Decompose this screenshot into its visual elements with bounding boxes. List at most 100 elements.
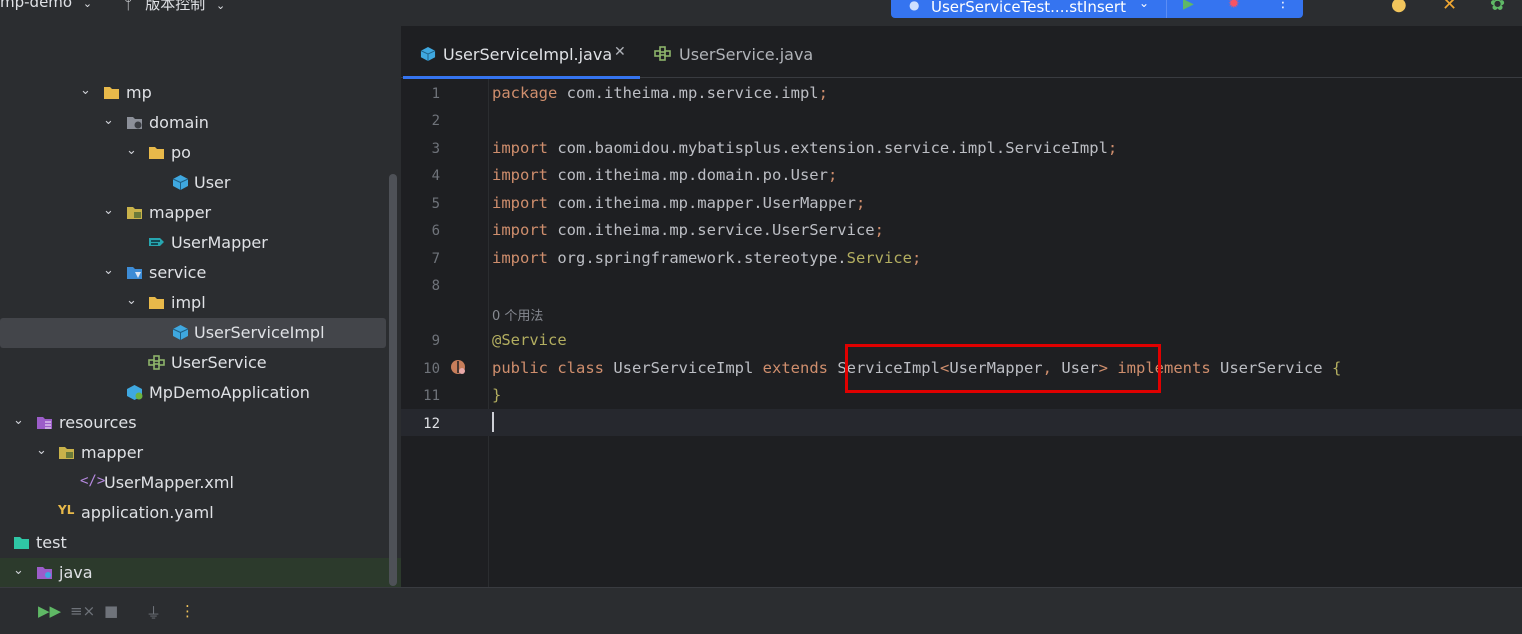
tree-node-mpdemoapplication[interactable]: MpDemoApplication <box>0 378 386 408</box>
class-icon <box>420 46 436 62</box>
tree-node-userserviceimpl[interactable]: UserServiceImpl <box>0 318 386 348</box>
tree-node-user[interactable]: User <box>0 168 386 198</box>
line-number: 12 <box>423 416 440 432</box>
rerun-failed-icon[interactable]: ≡× <box>70 602 95 620</box>
code-line-11: } <box>492 386 501 404</box>
chevron-down-icon[interactable]: ⌄ <box>103 264 117 278</box>
tree-node-service[interactable]: ⌄ service <box>0 258 386 288</box>
tree-label: UserMapper.xml <box>104 473 234 492</box>
tree-node-impl[interactable]: ⌄ impl <box>0 288 386 318</box>
tree-label: test <box>36 533 67 552</box>
more-actions-icon[interactable]: ⋮ <box>1276 0 1290 11</box>
chevron-down-icon[interactable]: ⌄ <box>103 114 117 128</box>
tree-label: resources <box>59 413 137 432</box>
project-name: mp-demo <box>0 0 73 11</box>
chevron-down-icon[interactable]: ⌄ <box>36 444 50 458</box>
line-number: 8 <box>431 278 440 294</box>
debug-icon[interactable]: ✹ <box>1228 0 1240 12</box>
code-text: org.springframework.stereotype. <box>548 249 847 267</box>
brace: { <box>1331 359 1342 377</box>
tree-label: domain <box>149 113 209 132</box>
run-configuration-widget[interactable]: ● UserServiceTest....stInsert ⌄ ▶ ✹ ⋮ <box>891 0 1303 18</box>
tree-scrollbar[interactable] <box>389 174 397 586</box>
interface-name: UserService <box>1210 359 1332 377</box>
chevron-down-icon[interactable]: ⌄ <box>13 564 27 578</box>
code-line-7: import org.springframework.stereotype.Se… <box>492 249 921 267</box>
code-text: com.baomidou.mybatisplus.extension.servi… <box>548 139 1108 157</box>
chevron-down-icon[interactable]: ⌄ <box>126 144 140 158</box>
chevron-down-icon[interactable]: ⌄ <box>13 414 27 428</box>
tools-icon[interactable]: ✕ <box>1442 0 1457 15</box>
tree-node-po[interactable]: ⌄ po <box>0 138 386 168</box>
tree-node-domain[interactable]: ⌄ domain <box>0 108 386 138</box>
rerun-icon[interactable]: ▶▶ <box>38 602 61 620</box>
ai-assistant-icon[interactable]: ✿ <box>1490 0 1505 15</box>
line-number: 5 <box>431 196 440 212</box>
run-icon[interactable]: ▶ <box>1183 0 1194 12</box>
annotation-ref: Service <box>846 249 912 267</box>
current-line-highlight <box>401 409 1522 436</box>
chevron-down-icon: ⌄ <box>215 0 226 12</box>
semicolon: ; <box>874 221 884 239</box>
yaml-file-icon: YL <box>58 503 75 517</box>
tree-label: UserService <box>171 353 267 372</box>
chevron-right-icon[interactable]: › <box>0 534 8 548</box>
keyword: import <box>492 139 548 157</box>
tree-node-test[interactable]: › test <box>0 528 386 558</box>
java-source-folder-icon <box>37 567 52 579</box>
brace: } <box>492 386 502 404</box>
branch-icon: ᛘ <box>124 0 133 13</box>
annotation: @Service <box>492 331 567 349</box>
tree-node-usermapper-xml[interactable]: </> UserMapper.xml <box>0 468 386 498</box>
keyword: import <box>492 194 548 212</box>
line-number: 11 <box>423 388 440 404</box>
implementation-gutter-icon[interactable] <box>449 358 467 376</box>
tree-label: UserMapper <box>171 233 268 252</box>
spring-boot-class-icon <box>127 385 143 400</box>
tree-label: java <box>59 563 93 582</box>
project-switcher[interactable]: mp-demo ⌄ <box>0 0 92 13</box>
tree-node-resources[interactable]: ⌄ resources <box>0 408 386 438</box>
usage-inlay-hint[interactable]: 0 个用法 <box>492 305 543 324</box>
code-with-me-icon[interactable]: ● <box>1391 0 1407 15</box>
tree-label: service <box>149 263 207 282</box>
code-line-1: package com.itheima.mp.service.impl; <box>492 84 828 102</box>
keyword: import <box>492 166 548 184</box>
line-number: 10 <box>423 361 440 377</box>
keyword: package <box>492 84 558 102</box>
tree-node-java[interactable]: ⌄ java <box>0 558 401 587</box>
tab-userservice[interactable]: UserService.java <box>651 26 821 78</box>
code-line-4: import com.itheima.mp.domain.po.User; <box>492 166 837 184</box>
tree-label: impl <box>171 293 206 312</box>
tab-userserviceimpl[interactable]: UserServiceImpl.java ✕ <box>403 26 640 79</box>
tree-node-userservice[interactable]: UserService <box>0 348 386 378</box>
code-text: com.itheima.mp.domain.po.User <box>548 166 828 184</box>
chevron-down-icon[interactable]: ⌄ <box>126 294 140 308</box>
semicolon: ; <box>1107 139 1118 157</box>
keyword: class <box>557 359 605 377</box>
vcs-widget[interactable]: ᛘ 版本控制 ⌄ <box>124 0 225 13</box>
keyword: import <box>492 249 548 267</box>
tree-node-mapper[interactable]: ⌄ mapper <box>0 198 386 228</box>
semicolon: ; <box>818 84 828 102</box>
class-icon <box>172 325 189 340</box>
package-icon <box>127 207 142 219</box>
tree-node-usermapper[interactable]: UserMapper <box>0 228 386 258</box>
tree-node-mp[interactable]: ⌄ mp <box>0 78 386 108</box>
chevron-down-icon[interactable]: ⌄ <box>103 204 117 218</box>
tree-label: MpDemoApplication <box>149 383 310 402</box>
folder-icon <box>59 447 74 459</box>
test-config-icon: ● <box>909 0 920 12</box>
code-line-6: import com.itheima.mp.service.UserServic… <box>492 221 884 239</box>
tab-label: UserService.java <box>679 45 814 64</box>
more-options-icon[interactable]: ⋮ <box>180 602 195 620</box>
tree-node-application-yaml[interactable]: YL application.yaml <box>0 498 386 528</box>
stop-icon[interactable]: ■ <box>104 602 118 620</box>
highlight-box <box>845 344 1161 393</box>
chevron-down-icon[interactable]: ⌄ <box>80 84 94 98</box>
plug-icon[interactable]: ⏚ <box>146 602 161 623</box>
toolbar-separator <box>1166 0 1167 18</box>
close-icon[interactable]: ✕ <box>614 44 626 60</box>
tree-node-resources-mapper[interactable]: ⌄ mapper <box>0 438 386 468</box>
line-number: 9 <box>431 333 440 349</box>
